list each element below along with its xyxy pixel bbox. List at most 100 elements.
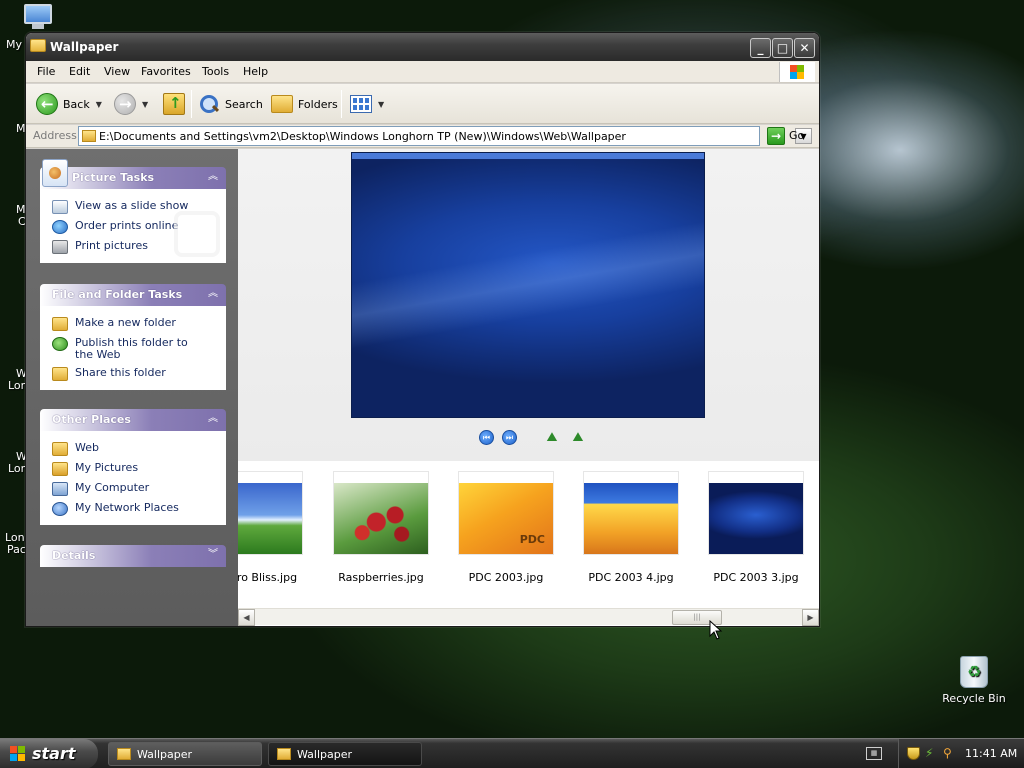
details-header[interactable]: Details ︾	[40, 545, 226, 567]
share-folder-link[interactable]: Share this folder	[40, 364, 226, 384]
other-places-header[interactable]: Other Places ︽	[40, 409, 226, 431]
back-dropdown-icon[interactable]: ▼	[96, 100, 102, 109]
close-button[interactable]: ✕	[794, 38, 815, 58]
folders-label: Folders	[298, 97, 338, 111]
toolbar-separator	[341, 90, 342, 118]
forward-dropdown-icon[interactable]: ▼	[142, 100, 148, 109]
thumbnail-item[interactable]: ro Bliss.jpg	[238, 471, 303, 584]
thumbnail-caption: PDC 2003.jpg	[468, 571, 544, 584]
recycle-bin-icon	[960, 656, 988, 688]
filmstrip-view: ⏮ ⏭ ⛰ ⛰ ro Bliss.jpg Raspberries.jpg PDC…	[238, 149, 819, 626]
menu-view[interactable]: View	[104, 65, 130, 78]
picture-tasks-header[interactable]: Picture Tasks ︽	[40, 159, 226, 189]
up-folder-button[interactable]	[163, 92, 185, 116]
address-path[interactable]: E:\Documents and Settings\vm2\Desktop\Wi…	[99, 130, 626, 143]
place-my-network-link[interactable]: My Network Places	[40, 499, 226, 519]
collapse-chevron-icon[interactable]: ︽	[206, 412, 220, 426]
taskbar: start Wallpaper Wallpaper ▦ ⚡ ⚲ 11:41 AM	[0, 738, 1024, 768]
menu-help[interactable]: Help	[243, 65, 268, 78]
address-field[interactable]: E:\Documents and Settings\vm2\Desktop\Wi…	[78, 126, 812, 146]
search-label: Search	[225, 97, 263, 111]
taskbar-button-label: Wallpaper	[137, 748, 193, 761]
recycle-bin-desktop-icon[interactable]: Recycle Bin	[940, 656, 1008, 705]
picture-tasks-body: View as a slide show Order prints online…	[40, 189, 226, 263]
desktop-label-pac[interactable]: Pac	[7, 543, 26, 556]
place-label: My Computer	[75, 481, 150, 494]
taskbar-button-wallpaper-2[interactable]: Wallpaper	[268, 742, 422, 766]
file-folder-tasks-header[interactable]: File and Folder Tasks ︽	[40, 284, 226, 306]
thumbnail-item[interactable]: PDC 2003 4.jpg	[583, 471, 679, 584]
collapse-chevron-icon[interactable]: ︽	[206, 287, 220, 301]
place-label: My Network Places	[75, 501, 179, 514]
clock[interactable]: 11:41 AM	[965, 747, 1017, 760]
address-bar: Address E:\Documents and Settings\vm2\De…	[26, 125, 819, 148]
forward-button[interactable]: ▼	[114, 92, 148, 116]
previous-image-icon[interactable]: ⏮	[479, 429, 494, 445]
scroll-left-icon[interactable]: ◀	[238, 609, 255, 626]
preview-controls: ⏮ ⏭ ⛰ ⛰	[479, 429, 587, 445]
horizontal-scrollbar[interactable]: ◀ ||| ▶	[238, 608, 819, 626]
thumbnail-item[interactable]: PDC 2003.jpg	[458, 471, 554, 584]
security-shield-icon[interactable]	[907, 747, 920, 760]
scroll-right-icon[interactable]: ▶	[802, 609, 819, 626]
keyboard-language-icon[interactable]: ▦	[866, 747, 882, 760]
thumbnail-item[interactable]: Raspberries.jpg	[333, 471, 429, 584]
make-new-folder-link[interactable]: Make a new folder	[40, 314, 226, 334]
folders-icon	[271, 95, 293, 113]
place-label: My Pictures	[75, 461, 139, 474]
search-button[interactable]: Search	[198, 92, 263, 116]
my-computer-icon	[52, 482, 68, 496]
folder-icon	[30, 39, 46, 52]
window-title: Wallpaper	[50, 40, 119, 54]
recycle-bin-label: Recycle Bin	[942, 692, 1006, 705]
task-label: Publish this folder to the Web	[75, 336, 188, 361]
next-image-icon[interactable]: ⏭	[502, 429, 517, 445]
menu-favorites[interactable]: Favorites	[141, 65, 191, 78]
go-button[interactable]: Go	[789, 129, 804, 142]
collapse-chevron-icon[interactable]: ︽	[206, 170, 220, 184]
views-dropdown-icon[interactable]: ▼	[378, 100, 384, 109]
my-pictures-icon	[52, 462, 68, 476]
picture-tasks-icon	[42, 159, 68, 187]
desktop-label-my[interactable]: My	[6, 38, 22, 51]
maximize-button[interactable]: □	[772, 38, 793, 58]
task-label: Share this folder	[75, 366, 166, 379]
rotate-clockwise-icon[interactable]: ⛰	[543, 430, 561, 445]
preview-image[interactable]	[351, 152, 705, 418]
thumbnail-image	[334, 483, 428, 554]
taskbar-button-wallpaper-1[interactable]: Wallpaper	[108, 742, 262, 766]
other-places-panel: Other Places ︽ Web My Pictures My Comput…	[40, 409, 226, 525]
back-arrow-icon	[36, 93, 58, 115]
place-my-computer-link[interactable]: My Computer	[40, 479, 226, 499]
start-label: start	[32, 744, 76, 763]
menu-file[interactable]: File	[37, 65, 55, 78]
windows-flag-icon	[790, 65, 804, 79]
network-places-icon	[52, 502, 68, 516]
search-icon	[198, 93, 220, 115]
thumbnail-item[interactable]: PDC 2003 3.jpg	[708, 471, 804, 584]
file-folder-tasks-panel: File and Folder Tasks ︽ Make a new folde…	[40, 284, 226, 390]
network-status-icon[interactable]: ⚡	[925, 747, 938, 760]
thumbnail-image	[709, 483, 803, 554]
place-my-pictures-link[interactable]: My Pictures	[40, 459, 226, 479]
minimize-button[interactable]: _	[750, 38, 771, 58]
back-button[interactable]: Back ▼	[36, 92, 102, 116]
go-arrow-icon[interactable]: →	[767, 127, 785, 145]
task-pane: Picture Tasks ︽ View as a slide show Ord…	[26, 149, 238, 626]
views-button[interactable]: ▼	[350, 92, 384, 116]
preview-area: ⏮ ⏭ ⛰ ⛰	[238, 149, 819, 461]
expand-chevron-icon[interactable]: ︾	[206, 548, 220, 562]
rotate-counterclockwise-icon[interactable]: ⛰	[569, 430, 587, 445]
menu-edit[interactable]: Edit	[69, 65, 90, 78]
start-button[interactable]: start	[0, 739, 98, 768]
publish-to-web-link[interactable]: Publish this folder to the Web	[40, 334, 226, 364]
thumbnail-strip: ro Bliss.jpg Raspberries.jpg PDC 2003.jp…	[238, 471, 819, 609]
place-web-link[interactable]: Web	[40, 439, 226, 459]
folders-button[interactable]: Folders	[271, 92, 338, 116]
title-bar[interactable]: Wallpaper _ □ ✕	[26, 33, 819, 61]
folder-icon	[82, 130, 96, 142]
my-computer-desktop-icon[interactable]	[22, 2, 56, 32]
picture-tasks-panel: Picture Tasks ︽ View as a slide show Ord…	[40, 159, 226, 263]
menu-tools[interactable]: Tools	[202, 65, 229, 78]
search-tray-icon[interactable]: ⚲	[943, 747, 956, 760]
